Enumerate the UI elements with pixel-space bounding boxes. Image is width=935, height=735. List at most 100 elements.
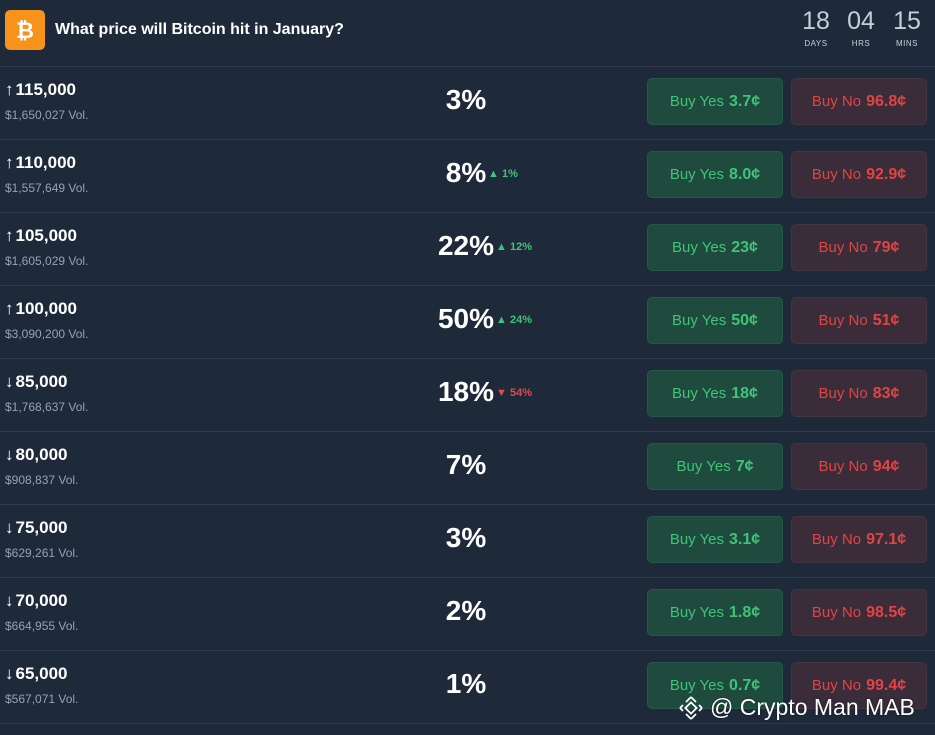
buy-yes-button[interactable]: Buy Yes 18¢: [647, 370, 783, 417]
buy-no-button[interactable]: Buy No 94¢: [791, 443, 927, 490]
probability-change: ▲ 1%: [488, 168, 518, 180]
buy-yes-label: Buy Yes: [669, 166, 725, 183]
countdown-days: 18 DAYS: [796, 6, 836, 48]
buy-yes-button[interactable]: Buy Yes 3.7¢: [647, 78, 783, 125]
direction-arrow: ↑: [5, 80, 14, 99]
buy-yes-label: Buy Yes: [669, 677, 725, 694]
direction-arrow: ↑: [5, 153, 14, 172]
strike-price: ↓ 80,000: [5, 445, 68, 465]
buy-no-button[interactable]: Buy No 92.9¢: [791, 151, 927, 198]
buy-yes-label: Buy Yes: [669, 531, 725, 548]
outcome-row: ↑ 110,000 $1,557,649 Vol. 8% ▲ 1% Buy Yes…: [0, 139, 935, 213]
buy-no-price: 92.9¢: [866, 165, 907, 183]
probability: 3%: [445, 84, 487, 115]
strike-price: ↑ 100,000: [5, 299, 77, 319]
buy-no-price: 51¢: [872, 311, 900, 329]
buy-yes-price: 0.7¢: [729, 676, 761, 694]
change-value: 1%: [501, 168, 518, 180]
triangle-down-icon: ▼: [496, 387, 507, 399]
volume-text: $1,768,637 Vol.: [5, 400, 89, 414]
strike-price: ↑ 115,000: [5, 80, 76, 100]
buy-no-label: Buy No: [818, 312, 868, 329]
buy-no-label: Buy No: [818, 385, 868, 402]
change-value: 12%: [509, 241, 532, 253]
countdown-hours: 04 HRS: [841, 6, 881, 48]
buy-no-price: 99.4¢: [866, 676, 907, 694]
change-value: 54%: [509, 387, 532, 399]
buy-yes-button[interactable]: Buy Yes 8.0¢: [647, 151, 783, 198]
buy-yes-label: Buy Yes: [672, 239, 727, 256]
outcome-row: ↓ 75,000 $629,261 Vol. 3% Buy Yes 3.1¢ Bu…: [0, 504, 935, 578]
outcome-row: ↑ 100,000 $3,090,200 Vol. 50% ▲ 24% Buy Y…: [0, 285, 935, 359]
svg-text:₿: ₿: [16, 18, 34, 43]
buy-no-button[interactable]: Buy No 79¢: [791, 224, 927, 271]
countdown-days-value: 18: [802, 7, 830, 35]
buy-yes-price: 8.0¢: [729, 165, 761, 183]
probability: 18%: [437, 376, 495, 407]
strike-price: ↑ 105,000: [5, 226, 77, 246]
buy-yes-price: 50¢: [731, 311, 758, 329]
buy-yes-button[interactable]: Buy Yes 50¢: [647, 297, 783, 344]
probability-change: ▼ 54%: [496, 387, 532, 399]
buy-yes-label: Buy Yes: [676, 458, 731, 475]
buy-yes-price: 1.8¢: [729, 603, 761, 621]
buy-yes-button[interactable]: Buy Yes 3.1¢: [647, 516, 783, 563]
triangle-up-icon: ▲: [496, 241, 507, 253]
probability: 22%: [437, 230, 495, 261]
buy-no-button[interactable]: Buy No 97.1¢: [791, 516, 927, 563]
strike-value: 80,000: [15, 445, 68, 464]
countdown-minutes: 15 MINS: [887, 6, 927, 48]
direction-arrow: ↓: [5, 518, 14, 537]
buy-yes-price: 7¢: [735, 457, 754, 475]
market-title: What price will Bitcoin hit in January?: [55, 21, 344, 38]
buy-no-price: 98.5¢: [866, 603, 907, 621]
buy-no-label: Buy No: [811, 531, 862, 548]
buy-yes-button[interactable]: Buy Yes 1.8¢: [647, 589, 783, 636]
buy-yes-button[interactable]: Buy Yes 7¢: [647, 443, 783, 490]
direction-arrow: ↑: [5, 226, 14, 245]
buy-no-label: Buy No: [811, 93, 862, 110]
buy-yes-label: Buy Yes: [672, 312, 727, 329]
strike-price: ↓ 85,000: [5, 372, 68, 392]
volume-text: $1,605,029 Vol.: [5, 254, 89, 268]
outcome-row: ↑ 105,000 $1,605,029 Vol. 22% ▲ 12% Buy Y…: [0, 212, 935, 286]
buy-yes-button[interactable]: Buy Yes 23¢: [647, 224, 783, 271]
buy-no-price: 97.1¢: [866, 530, 907, 548]
direction-arrow: ↓: [5, 591, 14, 610]
volume-text: $664,955 Vol.: [5, 619, 79, 633]
outcome-row: ↓ 70,000 $664,955 Vol. 2% Buy Yes 1.8¢ Bu…: [0, 577, 935, 651]
strike-value: 110,000: [15, 153, 77, 172]
buy-yes-price: 23¢: [731, 238, 758, 256]
strike-value: 105,000: [15, 226, 77, 245]
direction-arrow: ↓: [5, 664, 14, 683]
strike-value: 85,000: [15, 372, 68, 391]
probability-change: ▲ 12%: [496, 241, 532, 253]
strike-price: ↓ 65,000: [5, 664, 68, 684]
buy-yes-price: 3.7¢: [729, 92, 761, 110]
probability: 2%: [445, 595, 487, 626]
strike-value: 100,000: [15, 299, 77, 318]
buy-no-label: Buy No: [818, 239, 868, 256]
buy-no-price: 94¢: [872, 457, 900, 475]
buy-no-label: Buy No: [811, 166, 862, 183]
probability-change: ▲ 24%: [496, 314, 532, 326]
strike-value: 115,000: [15, 80, 77, 99]
volume-text: $567,071 Vol.: [5, 692, 79, 706]
direction-arrow: ↑: [5, 299, 14, 318]
buy-no-price: 83¢: [872, 384, 900, 402]
buy-no-button[interactable]: Buy No 96.8¢: [791, 78, 927, 125]
volume-text: $1,557,649 Vol.: [5, 181, 89, 195]
strike-price: ↑ 110,000: [5, 153, 76, 173]
binance-icon: [679, 695, 703, 720]
strike-value: 70,000: [15, 591, 68, 610]
buy-no-button[interactable]: Buy No 98.5¢: [791, 589, 927, 636]
buy-no-button[interactable]: Buy No 51¢: [791, 297, 927, 344]
outcome-row: ↓ 80,000 $908,837 Vol. 7% Buy Yes 7¢ Buy …: [0, 431, 935, 505]
bitcoin-icon: ₿: [5, 10, 45, 50]
buy-no-label: Buy No: [811, 677, 862, 694]
countdown-minutes-unit: MINS: [896, 39, 918, 48]
countdown-minutes-value: 15: [893, 7, 921, 35]
direction-arrow: ↓: [5, 445, 14, 464]
countdown-days-unit: DAYS: [804, 39, 828, 48]
buy-no-button[interactable]: Buy No 83¢: [791, 370, 927, 417]
